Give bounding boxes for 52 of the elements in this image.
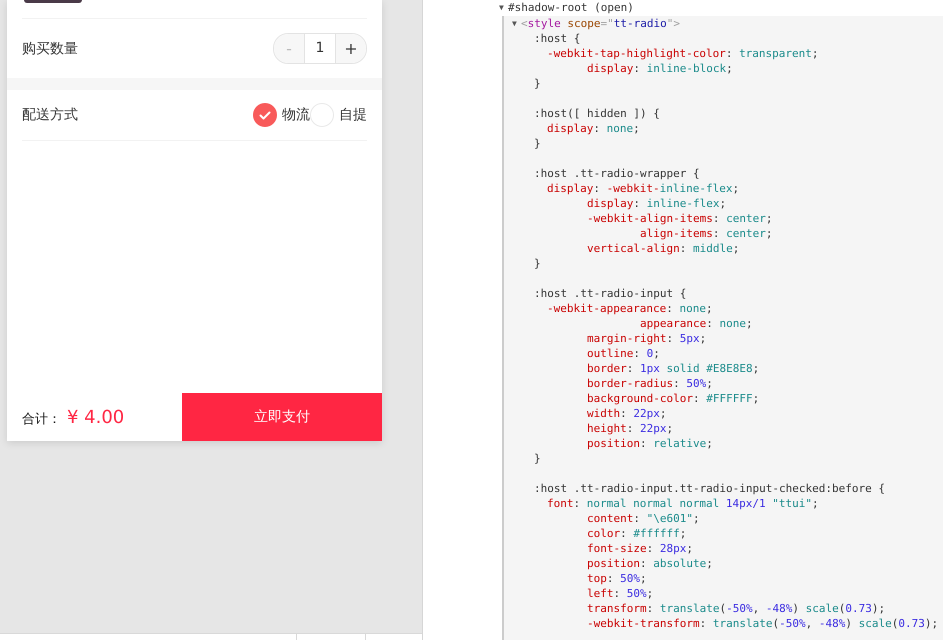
code-line: font-size: 28px; (587, 542, 693, 555)
code-line: transform: translate(-50%, -48%) scale(0.73); (587, 602, 886, 615)
code-line: -webkit-transform: translate(-50%, -48%) scale(0.73); (587, 617, 938, 630)
code-line: content: "\e601"; (587, 512, 700, 525)
code-line: :host { (534, 32, 580, 45)
radio-label: 自提 (339, 106, 367, 124)
code-line: display: inline-block; (587, 62, 733, 75)
total-price: ¥ 4.00 (67, 406, 124, 428)
code-line: display: inline-flex; (587, 197, 726, 210)
total-label: 合计： (22, 411, 61, 428)
code-line: border: 1px solid #E8E8E8; (587, 362, 760, 375)
code-line: vertical-align: middle; (587, 242, 740, 255)
quantity-value: 1 (304, 34, 336, 63)
code-line: } (534, 137, 541, 150)
code-line: -webkit-tap-highlight-color: transparent; (547, 47, 819, 60)
code-line: -webkit-align-items: center; (587, 212, 772, 225)
photo-placeholder (24, 0, 82, 3)
style-node[interactable]: <style scope="tt-radio"> (521, 16, 680, 31)
code-line: margin-right: 5px; (587, 332, 706, 345)
code-line: display: none; (547, 122, 640, 135)
code-line: left: 50%; (587, 587, 654, 600)
code-line: color: #ffffff; (587, 527, 686, 540)
code-line: :host .tt-radio-wrapper { (534, 167, 700, 180)
code-line: } (534, 257, 541, 270)
code-line: } (534, 452, 541, 465)
code-line: display: -webkit-inline-flex; (547, 182, 740, 195)
code-line: :host .tt-radio-input { (534, 287, 686, 300)
code-line: border-radius: 50%; (587, 377, 713, 390)
row-label: 配送方式 (22, 106, 78, 124)
code-line: :host .tt-radio-input.tt-radio-input-checked:before { (534, 482, 885, 495)
code-line: outline: 0; (587, 347, 660, 360)
code-line: -webkit-appearance: none; (547, 302, 713, 315)
code-line: } (534, 77, 541, 90)
code-line: appearance: none; (640, 317, 753, 330)
code-line: position: relative; (587, 437, 713, 450)
code-line: top: 50%; (587, 572, 647, 585)
shadow-root-node[interactable]: #shadow-root (open) (508, 0, 634, 15)
expand-arrow[interactable]: ▼ (512, 16, 521, 31)
code-line: height: 22px; (587, 422, 674, 435)
quantity-stepper[interactable]: - 1 + (273, 33, 367, 64)
code-line: align-items: center; (640, 227, 772, 240)
plus-button[interactable]: + (336, 34, 366, 63)
row-label: 购买数量 (22, 40, 78, 58)
code-line: position: absolute; (587, 557, 713, 570)
code-line: font: normal normal normal 14px/1 "ttui"; (547, 497, 819, 510)
radio-button[interactable] (253, 103, 277, 127)
expand-arrow[interactable]: ▼ (499, 0, 508, 15)
code-line: :host([ hidden ]) { (534, 107, 660, 120)
code-line: width: 22px; (587, 407, 666, 420)
pay-button[interactable]: 立即支付 (182, 393, 382, 441)
radio-label: 物流 (282, 106, 310, 124)
code-line: background-color: #FFFFFF; (587, 392, 760, 405)
